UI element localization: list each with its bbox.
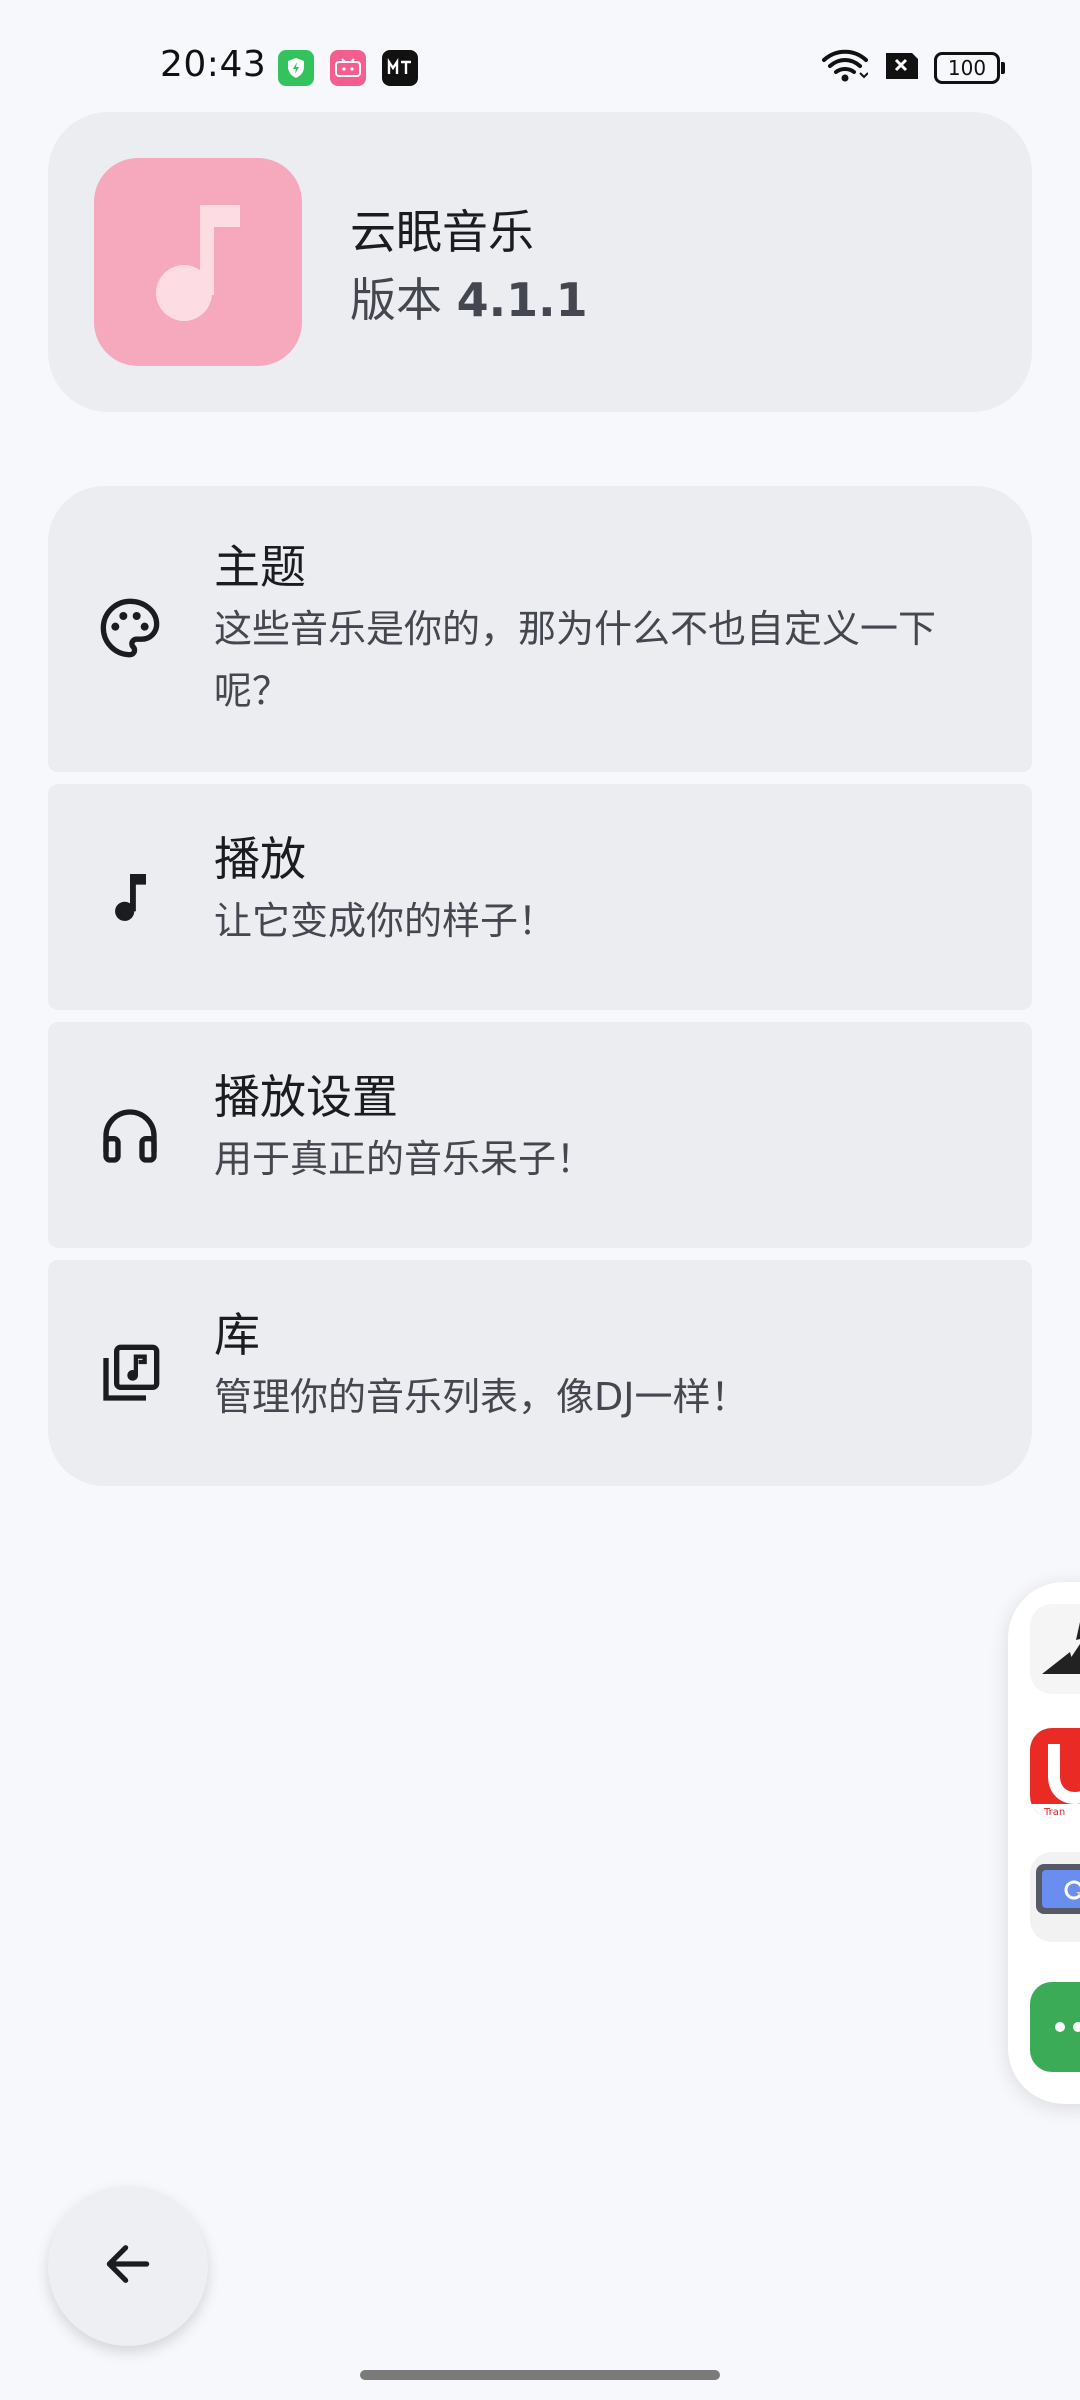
mt-manager-icon (382, 50, 418, 86)
settings-item-title: 播放 (214, 832, 306, 886)
security-shield-icon (278, 50, 314, 86)
back-button[interactable] (48, 2186, 208, 2346)
settings-item-subtitle: 让它变成你的样子！ (214, 899, 557, 943)
music-note-icon (156, 205, 240, 321)
messaging-app-icon[interactable] (1030, 1982, 1080, 2072)
settings-item-title: 库 (214, 1308, 260, 1362)
status-bar: 20:43 100 (0, 0, 1080, 120)
music-library-icon (98, 1342, 162, 1406)
settings-item-title: 播放设置 (214, 1070, 398, 1124)
gesture-navigation-bar[interactable] (360, 2370, 720, 2380)
wifi-icon (822, 49, 869, 87)
bilibili-icon (330, 50, 366, 86)
version-number: 4.1.1 (456, 273, 588, 327)
arrow-back-icon (100, 2236, 156, 2296)
translate-app-icon[interactable]: Tran (1030, 1728, 1080, 1818)
side-app-dock[interactable]: Tran (1008, 1582, 1080, 2104)
system-status-icons: 100 (822, 48, 1005, 88)
settings-item-theme[interactable]: 主题 这些音乐是你的，那为什么不也自定义一下呢？ (48, 486, 1032, 772)
app-name: 云眠音乐 (350, 205, 534, 259)
settings-item-subtitle: 这些音乐是你的，那为什么不也自定义一下呢？ (214, 607, 937, 713)
music-note-icon (98, 866, 162, 930)
app-version: 版本 4.1.1 (350, 264, 588, 330)
settings-item-title: 主题 (214, 540, 306, 594)
headphones-icon (98, 1104, 162, 1168)
settings-item-subtitle: 用于真正的音乐呆子！ (214, 1137, 595, 1181)
settings-item-playback-settings[interactable]: 播放设置 用于真正的音乐呆子！ (48, 1022, 1032, 1248)
settings-item-library[interactable]: 库 管理你的音乐列表，像DJ一样！ (48, 1260, 1032, 1486)
palette-icon (98, 596, 162, 660)
battery-icon: 100 (934, 52, 1005, 84)
app-icon (94, 158, 302, 366)
settings-list: 主题 这些音乐是你的，那为什么不也自定义一下呢？ 播放 让它变成你的样子！ 播放… (48, 486, 1032, 1486)
status-time: 20:43 (160, 44, 267, 85)
screen-tool-app-icon[interactable] (1030, 1852, 1080, 1942)
version-label: 版本 (350, 273, 442, 327)
sim-disabled-icon (882, 51, 920, 85)
app-info-card: 云眠音乐 版本 4.1.1 (48, 112, 1032, 412)
dock-app-1[interactable] (1030, 1604, 1080, 1694)
settings-item-playback[interactable]: 播放 让它变成你的样子！ (48, 784, 1032, 1010)
settings-item-subtitle: 管理你的音乐列表，像DJ一样！ (214, 1375, 749, 1419)
svg-text:Tran: Tran (1043, 1807, 1065, 1818)
